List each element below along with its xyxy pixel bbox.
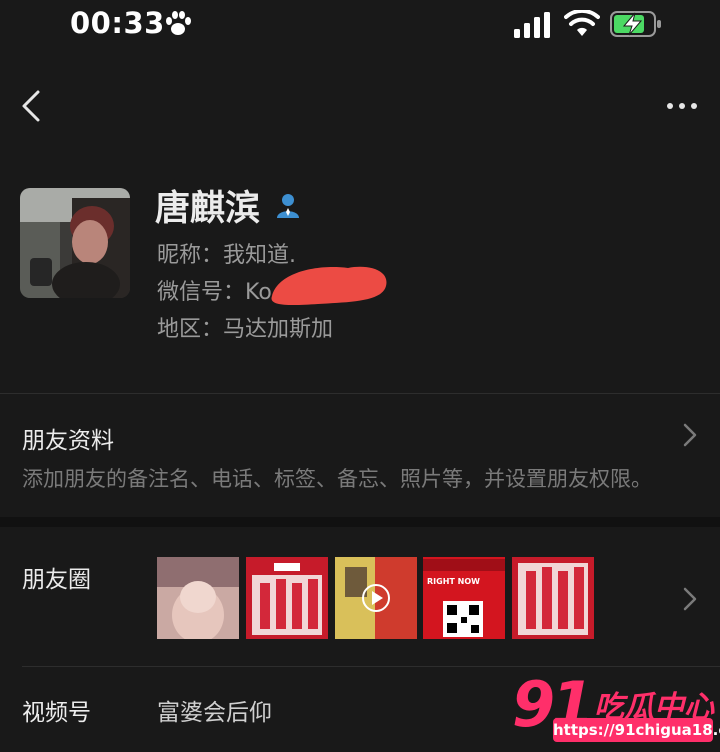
status-time: 00:33	[70, 6, 165, 40]
person-icon	[277, 193, 300, 218]
wechat-id-line: 微信号：Ko	[157, 280, 272, 305]
moments-thumbnail[interactable]	[246, 557, 328, 639]
watermark-url: https://91chigua18.com	[553, 718, 720, 742]
friend-info-subtitle: 添加朋友的备注名、电话、标签、备忘、照片等，并设置朋友权限。	[22, 467, 652, 491]
moments-label: 朋友圈	[22, 567, 91, 593]
channels-value: 富婆会后仰	[157, 700, 272, 726]
battery-charging-icon	[610, 11, 661, 37]
signal-bars-icon	[514, 12, 550, 38]
paw-icon	[166, 11, 191, 35]
display-name: 唐麒滨	[155, 189, 261, 229]
wifi-icon	[564, 10, 600, 36]
redaction-scribble	[271, 266, 387, 306]
avatar[interactable]	[20, 188, 130, 298]
moments-thumbnail[interactable]	[512, 557, 594, 639]
moments-video-thumbnail[interactable]	[335, 557, 417, 639]
thumbnail-caption: RIGHT NOW	[427, 577, 480, 586]
back-chevron-icon[interactable]	[16, 88, 46, 124]
friend-info-title: 朋友资料	[22, 428, 114, 454]
more-dots-icon[interactable]	[664, 96, 700, 116]
friend-info-row[interactable]	[0, 394, 720, 516]
region-line: 地区：马达加斯加	[157, 317, 334, 342]
moments-thumbnail[interactable]	[157, 557, 239, 639]
name-row: 唐麒滨	[155, 180, 302, 231]
chevron-right-icon[interactable]	[682, 422, 698, 448]
channels-label: 视频号	[22, 700, 91, 726]
chevron-right-icon[interactable]	[682, 586, 698, 612]
section-gap	[0, 517, 720, 527]
moments-thumbnail[interactable]: RIGHT NOW	[423, 557, 505, 639]
